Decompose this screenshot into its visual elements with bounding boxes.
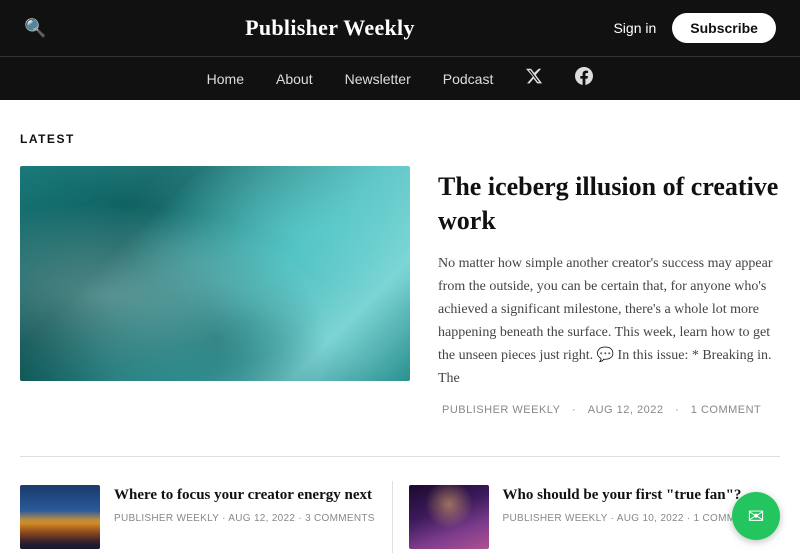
small-title-1[interactable]: Where to focus your creator energy next bbox=[114, 485, 376, 505]
nav-podcast[interactable]: Podcast bbox=[443, 71, 494, 87]
featured-comments: 1 COMMENT bbox=[691, 404, 762, 416]
nav-newsletter[interactable]: Newsletter bbox=[345, 71, 411, 87]
section-label: LATEST bbox=[20, 132, 780, 146]
search-icon[interactable]: 🔍 bbox=[24, 18, 46, 39]
nav-about[interactable]: About bbox=[276, 71, 313, 87]
featured-content: The iceberg illusion of creative work No… bbox=[438, 166, 780, 416]
city-thumbnail bbox=[20, 485, 100, 549]
small-content-2: Who should be your first "true fan"? PUB… bbox=[503, 485, 765, 549]
small-1-comments: 3 COMMENTS bbox=[305, 513, 375, 524]
top-header: 🔍 Publisher Weekly Sign in Subscribe bbox=[0, 0, 800, 56]
small-title-2[interactable]: Who should be your first "true fan"? bbox=[503, 485, 765, 505]
concert-thumbnail bbox=[409, 485, 489, 549]
small-article-2: Who should be your first "true fan"? PUB… bbox=[392, 481, 781, 553]
featured-title[interactable]: The iceberg illusion of creative work bbox=[438, 170, 780, 238]
dot-separator-2: · bbox=[675, 404, 679, 416]
small-2-date: AUG 10, 2022 bbox=[617, 513, 684, 524]
email-fab[interactable]: ✉ bbox=[732, 492, 780, 540]
small-thumb-2[interactable] bbox=[409, 485, 489, 549]
featured-meta: PUBLISHER WEEKLY · AUG 12, 2022 · 1 COMM… bbox=[438, 404, 780, 416]
facebook-icon[interactable] bbox=[575, 67, 593, 90]
main-content: LATEST The iceberg illusion of creative … bbox=[0, 132, 800, 553]
nav-home[interactable]: Home bbox=[207, 71, 244, 87]
nav-bar: Home About Newsletter Podcast bbox=[0, 56, 800, 100]
header-actions: Sign in Subscribe bbox=[613, 13, 776, 43]
small-1-date: AUG 12, 2022 bbox=[228, 513, 295, 524]
twitter-icon[interactable] bbox=[525, 67, 543, 90]
featured-publisher: PUBLISHER WEEKLY bbox=[442, 404, 560, 416]
small-article-1: Where to focus your creator energy next … bbox=[20, 481, 392, 553]
small-2-publisher: PUBLISHER WEEKLY bbox=[503, 513, 608, 524]
sign-in-button[interactable]: Sign in bbox=[613, 20, 656, 36]
dot-separator-1: · bbox=[572, 404, 576, 416]
email-fab-icon: ✉ bbox=[748, 504, 765, 529]
small-2-dot2: · bbox=[687, 513, 694, 524]
small-content-1: Where to focus your creator energy next … bbox=[114, 485, 376, 549]
featured-image[interactable] bbox=[20, 166, 410, 381]
featured-date: AUG 12, 2022 bbox=[588, 404, 664, 416]
small-thumb-1[interactable] bbox=[20, 485, 100, 549]
site-title: Publisher Weekly bbox=[245, 15, 415, 41]
small-1-publisher: PUBLISHER WEEKLY bbox=[114, 513, 219, 524]
featured-article: The iceberg illusion of creative work No… bbox=[20, 166, 780, 416]
divider bbox=[20, 456, 780, 457]
small-meta-1: PUBLISHER WEEKLY · AUG 12, 2022 · 3 COMM… bbox=[114, 513, 376, 524]
featured-excerpt: No matter how simple another creator's s… bbox=[438, 252, 780, 391]
small-articles-row: Where to focus your creator energy next … bbox=[20, 481, 780, 553]
small-meta-2: PUBLISHER WEEKLY · AUG 10, 2022 · 1 COMM… bbox=[503, 513, 765, 524]
subscribe-button[interactable]: Subscribe bbox=[672, 13, 776, 43]
